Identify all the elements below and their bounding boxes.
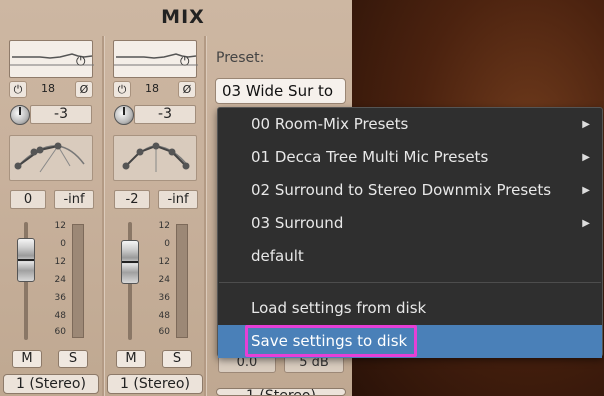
level-value[interactable]: -inf [158,190,198,209]
phase-icon[interactable]: Ø [75,81,93,98]
mix-title: MIX [161,6,205,28]
chevron-right-icon: ▶ [582,152,590,163]
scale-tick: 0 [60,239,66,249]
mic-array-graphic [14,142,85,173]
menu-item-label: 02 Surround to Stereo Downmix Presets [251,181,552,199]
level-meter [176,224,188,338]
preset-dropdown[interactable]: 03 Wide Sur to [215,78,346,104]
mute-button[interactable]: M [116,350,146,368]
level-meter [72,224,84,338]
menu-item-decca-tree-presets[interactable]: 01 Decca Tree Multi Mic Presets ▶ [218,141,602,174]
fader-scale: 12 0 12 24 36 48 60 [144,222,170,340]
chevron-right-icon: ▶ [582,218,590,229]
mic-position-display[interactable] [9,135,93,181]
menu-item-label: 00 Room-Mix Presets [251,115,409,133]
menu-item-label: Load settings from disk [251,299,427,317]
strip-divider [102,36,104,396]
input-select[interactable]: 1 (Stereo) [3,374,99,394]
menu-separator [219,282,601,283]
chevron-right-icon: ▶ [582,119,590,130]
scale-tick: 12 [158,257,170,267]
mic-array-graphic [122,142,190,172]
menu-item-room-mix-presets[interactable]: 00 Room-Mix Presets ▶ [218,108,602,141]
input-select[interactable]: 1 (Stereo) [107,374,203,394]
preset-menu: 00 Room-Mix Presets ▶ 01 Decca Tree Mult… [217,107,603,358]
volume-fader[interactable] [121,240,139,284]
scale-tick: 48 [158,311,170,321]
eq-curve-display[interactable]: ⏻ [9,40,94,78]
scale-tick: 60 [158,327,170,337]
width-value[interactable]: 0 [10,190,46,209]
power-icon[interactable]: ⏻ [180,55,190,67]
scale-tick: 12 [158,221,170,231]
chevron-right-icon: ▶ [582,185,590,196]
menu-item-load-settings[interactable]: Load settings from disk [218,292,602,325]
mute-button[interactable]: M [12,350,42,368]
pan-value[interactable]: -3 [30,105,92,124]
scale-tick: 48 [54,311,66,321]
save-settings-highlight [245,325,417,357]
scale-tick: 0 [164,239,170,249]
scale-tick: 60 [54,327,66,337]
mic-position-display[interactable] [113,135,197,181]
fader-scale: 12 0 12 24 36 48 60 [40,222,66,340]
menu-item-surround[interactable]: 03 Surround ▶ [218,207,602,240]
scale-tick: 24 [158,275,170,285]
scale-tick: 12 [54,257,66,267]
pan-knob[interactable] [10,105,30,125]
power-icon[interactable]: ⏻ [9,81,27,98]
power-icon[interactable]: ⏻ [76,55,86,67]
strip-divider [204,36,206,396]
preset-label: Preset: [216,50,265,66]
solo-button[interactable]: S [162,350,192,368]
background-input-select[interactable]: 1 (Stereo) [216,388,346,396]
volume-fader[interactable] [17,238,35,282]
menu-item-default[interactable]: default [218,240,602,273]
pan-knob[interactable] [114,105,134,125]
menu-item-label: 03 Surround [251,214,344,232]
menu-item-downmix-presets[interactable]: 02 Surround to Stereo Downmix Presets ▶ [218,174,602,207]
menu-item-label: 01 Decca Tree Multi Mic Presets [251,148,489,166]
scale-tick: 24 [54,275,66,285]
scale-tick: 12 [54,221,66,231]
gain-value: 18 [145,82,159,95]
power-icon[interactable]: ⏻ [113,81,131,98]
gain-value: 18 [41,82,55,95]
width-value[interactable]: -2 [114,190,150,209]
eq-curve-display[interactable]: ⏻ [113,40,198,78]
scale-tick: 36 [54,293,66,303]
scale-tick: 36 [158,293,170,303]
pan-value[interactable]: -3 [134,105,196,124]
menu-item-label: default [251,247,304,265]
solo-button[interactable]: S [58,350,88,368]
phase-icon[interactable]: Ø [178,81,196,98]
level-value[interactable]: -inf [54,190,94,209]
